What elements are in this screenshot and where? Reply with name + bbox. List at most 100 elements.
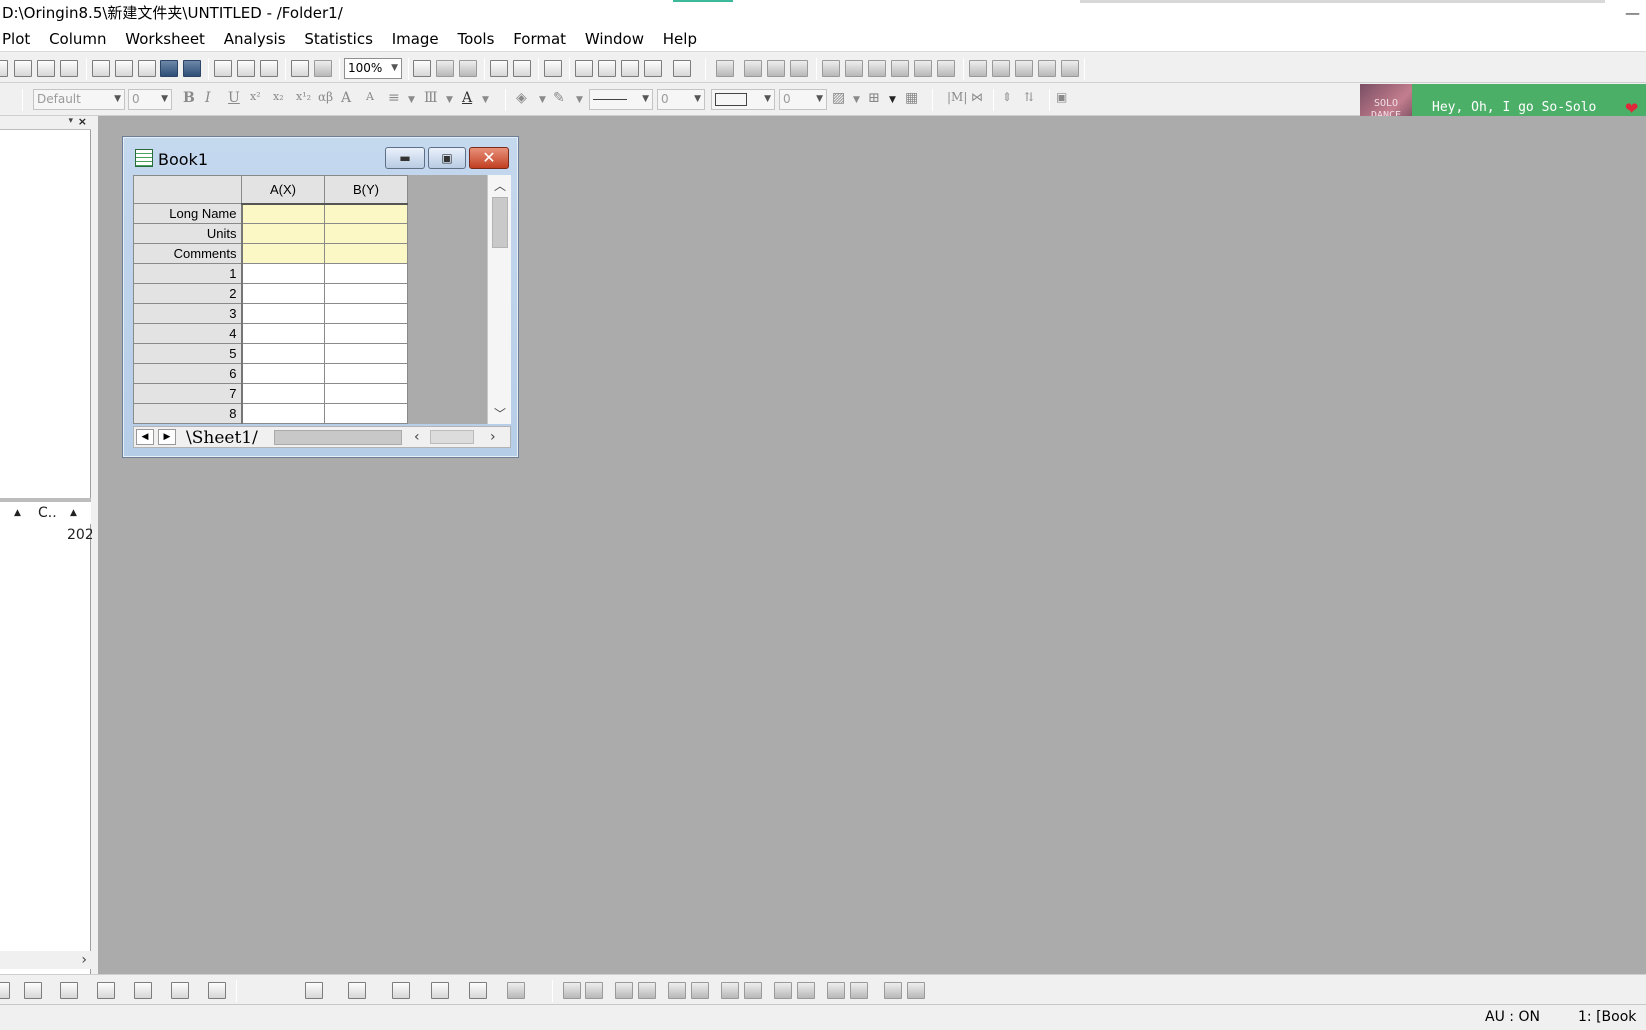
recalculate-manual-icon[interactable] (314, 60, 332, 77)
menu-analysis[interactable]: Analysis (217, 27, 293, 52)
chevron-down-icon[interactable]: ▼ (446, 95, 453, 105)
add-inset-data-icon[interactable] (937, 60, 955, 77)
3d-surface-icon[interactable] (305, 982, 323, 999)
results-log-icon[interactable] (575, 60, 593, 77)
chevron-down-icon[interactable]: ▼ (816, 90, 823, 109)
chevron-down-icon[interactable]: ▼ (391, 59, 398, 78)
fill-pattern-icon[interactable]: ▨ (832, 90, 845, 106)
extract-layers-icon[interactable] (790, 60, 808, 77)
corner-cell[interactable] (133, 175, 242, 204)
bold-icon[interactable]: B (183, 90, 195, 106)
row-header[interactable]: 5 (133, 343, 243, 364)
minimize-button[interactable]: ▬ (385, 147, 425, 169)
font-size-combo[interactable]: 0 ▼ (128, 89, 172, 110)
add-color-scale-icon[interactable] (1015, 60, 1033, 77)
chevron-down-icon[interactable]: ﹀ (494, 405, 506, 422)
column-header-a[interactable]: A(X) (241, 175, 325, 205)
row-header[interactable]: 8 (133, 403, 243, 424)
cell-format-icon[interactable]: ▦ (905, 90, 918, 106)
tab-sheet1[interactable]: \Sheet1/ (186, 427, 258, 449)
recalculate-icon[interactable] (291, 60, 309, 77)
mask-icon[interactable]: |M| (947, 90, 967, 104)
panel-horizontal-scrollbar[interactable]: › (0, 951, 91, 969)
chevron-down-icon[interactable]: ▼ (642, 90, 649, 109)
cell[interactable] (241, 283, 325, 304)
pin-icon[interactable]: ▾ (68, 116, 73, 126)
menu-image[interactable]: Image (385, 27, 446, 52)
code-builder-icon[interactable] (490, 60, 508, 77)
cell[interactable] (241, 323, 325, 344)
clock-icon[interactable] (1038, 60, 1056, 77)
new-worksheet-icon[interactable] (14, 60, 32, 77)
stat-plot-icon[interactable] (171, 982, 189, 999)
row-header[interactable]: 2 (133, 283, 243, 304)
supersubscript-icon[interactable]: x¹₂ (296, 90, 311, 103)
import-multiple-icon[interactable] (237, 60, 255, 77)
send-back-icon[interactable] (797, 982, 815, 999)
menu-tools[interactable]: Tools (450, 27, 501, 52)
add-inset-icon[interactable] (914, 60, 932, 77)
font-combo[interactable]: Default ▼ (33, 89, 125, 110)
line-plot-icon[interactable] (0, 982, 10, 999)
cell[interactable] (324, 283, 408, 304)
new-graph-icon[interactable] (37, 60, 55, 77)
cell-a-units[interactable] (241, 223, 325, 244)
increase-font-icon[interactable]: A (341, 90, 351, 106)
import-wizard-icon[interactable] (260, 60, 278, 77)
cell-b-long-name[interactable] (324, 203, 408, 224)
cell[interactable] (324, 323, 408, 344)
cell[interactable] (324, 363, 408, 384)
align-bottom-icon[interactable] (638, 982, 656, 999)
script-window-icon[interactable] (598, 60, 616, 77)
add-new-columns-icon[interactable] (513, 60, 531, 77)
column-header-b[interactable]: B(Y) (324, 175, 408, 205)
horizontal-scrollbar[interactable]: ‹ › (410, 427, 510, 447)
import-ascii-icon[interactable] (214, 60, 232, 77)
column-header-label[interactable]: C.. (38, 502, 57, 524)
line-style-combo[interactable]: ▼ (589, 89, 653, 110)
menu-worksheet[interactable]: Worksheet (118, 27, 212, 52)
command-window-icon[interactable] (621, 60, 639, 77)
add-right-y-axis-icon[interactable] (868, 60, 886, 77)
panel-cell-value[interactable]: 202 (67, 527, 94, 543)
sort-up-icon[interactable]: ▲ (70, 502, 77, 524)
group-icon[interactable] (827, 982, 845, 999)
chevron-down-icon[interactable]: ▼ (889, 95, 896, 105)
cell[interactable] (324, 403, 408, 424)
3d-scatter-icon[interactable] (431, 982, 449, 999)
cell-b-units[interactable] (324, 223, 408, 244)
duplicate-icon[interactable] (459, 60, 477, 77)
new-column-icon[interactable] (673, 60, 691, 77)
add-top-x-axis-icon[interactable] (845, 60, 863, 77)
flip-icon[interactable]: ⇅ (1024, 90, 1034, 104)
ungroup-icon[interactable] (850, 982, 868, 999)
area-plot-icon[interactable] (97, 982, 115, 999)
add-legend-icon[interactable] (992, 60, 1010, 77)
make-same-width-icon[interactable] (721, 982, 739, 999)
subscript-icon[interactable]: x₂ (273, 90, 284, 103)
border-width-combo[interactable]: 0 ▼ (779, 89, 827, 110)
row-header-comments[interactable]: Comments (133, 243, 243, 264)
cell[interactable] (324, 383, 408, 404)
sort-up-icon[interactable]: ▲ (14, 502, 21, 524)
maximize-button[interactable]: ▣ (428, 147, 466, 169)
chevron-down-icon[interactable]: ▼ (408, 95, 415, 105)
menu-format[interactable]: Format (506, 27, 573, 52)
align-vertical-icon[interactable] (668, 982, 686, 999)
add-bottom-x-axis-icon[interactable] (822, 60, 840, 77)
row-header[interactable]: 4 (133, 323, 243, 344)
next-sheet-icon[interactable]: ▶ (158, 429, 176, 445)
greek-icon[interactable]: αβ (318, 90, 333, 104)
menu-help[interactable]: Help (656, 27, 704, 52)
add-text-icon[interactable] (969, 60, 987, 77)
cell[interactable] (241, 403, 325, 424)
scatter-plot-icon[interactable] (24, 982, 42, 999)
scrollbar-thumb[interactable] (430, 430, 474, 444)
row-header[interactable]: 7 (133, 383, 243, 404)
row-header[interactable]: 6 (133, 363, 243, 384)
code-icon[interactable] (644, 60, 662, 77)
cell[interactable] (241, 303, 325, 324)
flip-object-icon[interactable] (907, 982, 925, 999)
chevron-right-icon[interactable]: › (490, 427, 496, 447)
contour-icon[interactable] (469, 982, 487, 999)
